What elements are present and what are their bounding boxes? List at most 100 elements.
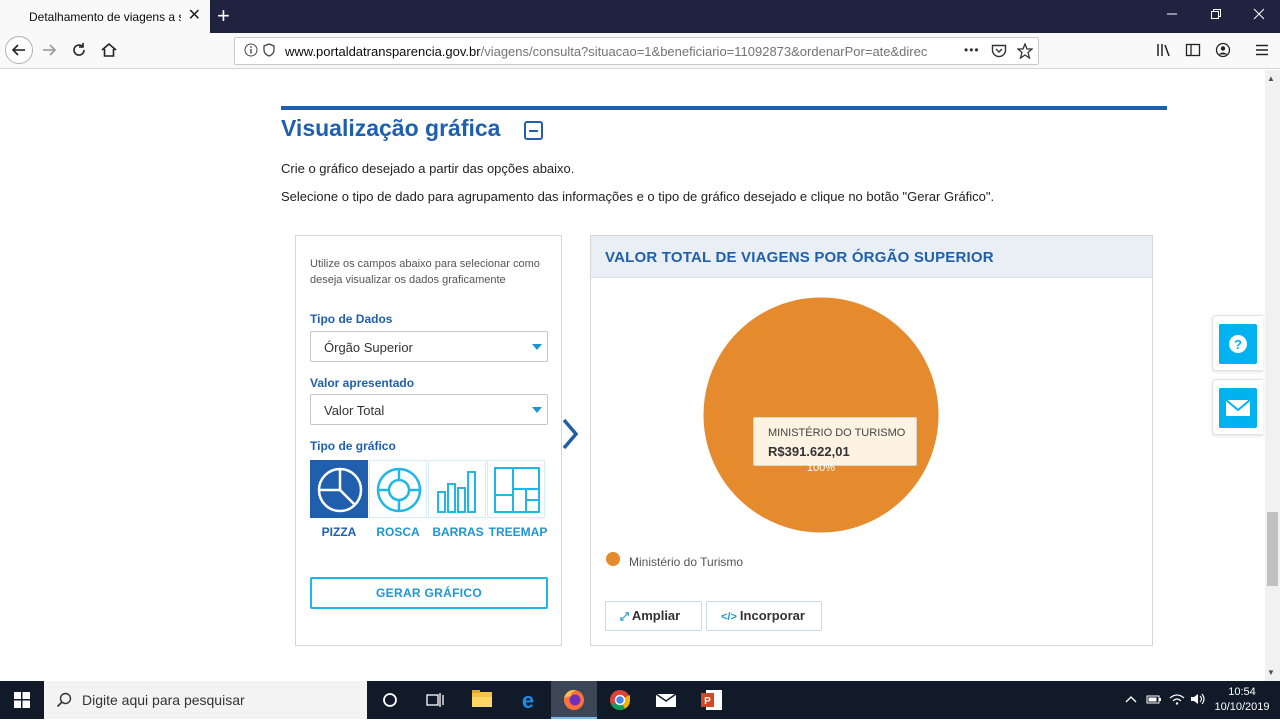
svg-text:P: P <box>704 696 711 707</box>
library-icon[interactable] <box>1156 42 1172 63</box>
powerpoint-icon: P <box>701 690 722 710</box>
tooltip-category: MINISTÉRIO DO TURISMO <box>768 427 906 439</box>
chrome-icon <box>610 690 631 711</box>
taskbar-mail[interactable] <box>643 681 689 719</box>
tab-title: Detalhamento de viagens a ser <box>29 9 181 24</box>
donut-chart-icon <box>376 467 422 513</box>
scroll-down-icon[interactable]: ▼ <box>1267 668 1275 677</box>
chart-header: VALOR TOTAL DE VIAGENS POR ÓRGÃO SUPERIO… <box>591 236 1152 278</box>
sidebar-icon[interactable] <box>1185 42 1201 63</box>
search-icon <box>56 692 72 711</box>
taskbar-search[interactable]: Digite aqui para pesquisar <box>44 681 367 719</box>
taskbar-file-explorer[interactable] <box>459 681 505 719</box>
chart-options-panel: Utilize os campos abaixo para selecionar… <box>295 235 562 646</box>
minimize-icon[interactable] <box>1166 6 1178 24</box>
chart-type-barras-button[interactable] <box>428 460 486 518</box>
chart-type-pizza-label: PIZZA <box>321 525 357 539</box>
chart-type-pizza-button[interactable] <box>310 460 368 518</box>
tray-expand-icon[interactable] <box>1125 693 1137 708</box>
panel-help-text: Utilize os campos abaixo para selecionar… <box>310 258 540 286</box>
chart-panel: VALOR TOTAL DE VIAGENS POR ÓRGÃO SUPERIO… <box>590 235 1153 646</box>
chevron-down-icon <box>532 344 542 350</box>
svg-text:e: e <box>522 688 534 713</box>
reload-icon[interactable] <box>68 39 90 61</box>
chart-type-barras-label: BARRAS <box>432 525 484 539</box>
valor-apresentado-value: Valor Total <box>324 403 385 418</box>
help-icon: ? <box>1219 324 1257 364</box>
menu-icon[interactable] <box>1254 42 1270 63</box>
edge-icon: e <box>522 688 534 713</box>
pie-chart-icon <box>317 467 363 513</box>
pie-slice-ministério-do-turismo[interactable] <box>702 296 940 534</box>
browser-tab[interactable]: Detalhamento de viagens a ser ✕ <box>0 0 210 33</box>
new-tab-button[interactable]: + <box>217 4 230 28</box>
info-icon[interactable] <box>244 43 258 60</box>
wifi-icon[interactable] <box>1169 693 1185 708</box>
page-actions-icon[interactable]: ••• <box>964 43 980 57</box>
help-widget[interactable]: ? <box>1212 315 1263 371</box>
incorporar-label: Incorporar <box>739 608 805 623</box>
battery-icon[interactable] <box>1146 693 1162 708</box>
volume-icon[interactable] <box>1190 693 1206 708</box>
page-content: Visualização gráfica Crie o gráfico dese… <box>0 70 1280 681</box>
tipo-dados-label: Tipo de Dados <box>310 312 393 326</box>
windows-start-icon[interactable] <box>14 692 30 713</box>
forward-icon[interactable] <box>38 39 60 61</box>
legend-marker <box>606 552 620 566</box>
pie-chart <box>702 296 940 534</box>
taskbar-chrome[interactable] <box>597 681 643 719</box>
shield-icon[interactable] <box>263 43 275 60</box>
clock-date: 10/10/2019 <box>1214 701 1270 713</box>
firefox-icon <box>564 689 584 710</box>
valor-apresentado-select[interactable]: Valor Total <box>310 394 548 425</box>
taskbar-powerpoint[interactable]: P <box>689 681 735 719</box>
browser-navbar: www.portaldatransparencia.gov.br/viagens… <box>0 33 1280 69</box>
folder-icon <box>472 690 492 707</box>
taskbar-edge[interactable]: e <box>505 681 551 719</box>
bar-chart-icon <box>437 471 476 513</box>
system-clock[interactable]: 10:54 10/10/2019 <box>1212 685 1272 715</box>
bookmark-star-icon[interactable] <box>1016 42 1034 62</box>
tooltip-value: R$391.622,01 <box>768 444 850 459</box>
chart-type-treemap-button[interactable] <box>487 460 545 518</box>
home-icon[interactable] <box>98 39 120 61</box>
gerar-grafico-button[interactable]: GERAR GRÁFICO <box>310 577 548 609</box>
back-icon[interactable] <box>5 36 33 64</box>
taskbar-firefox[interactable] <box>551 681 597 719</box>
close-window-icon[interactable] <box>1253 6 1265 24</box>
restore-icon[interactable] <box>1210 6 1222 24</box>
expand-icon: ⤢ <box>620 611 629 623</box>
ampliar-button[interactable]: ⤢ Ampliar <box>605 601 702 631</box>
task-view-icon[interactable] <box>426 692 444 713</box>
pocket-icon[interactable] <box>991 44 1007 61</box>
search-placeholder: Digite aqui para pesquisar <box>82 692 245 708</box>
ampliar-label: Ampliar <box>631 608 681 623</box>
chart-type-treemap-label: TREEMAP <box>488 525 548 539</box>
url-text: www.portaldatransparencia.gov.br/viagens… <box>285 44 928 59</box>
code-icon: </> <box>721 611 737 623</box>
section-title: Visualização gráfica <box>281 115 501 141</box>
treemap-icon <box>494 467 540 513</box>
url-bar[interactable]: www.portaldatransparencia.gov.br/viagens… <box>234 37 1039 65</box>
valor-apresentado-label: Valor apresentado <box>310 376 415 390</box>
cortana-icon[interactable] <box>382 692 398 713</box>
close-tab-icon[interactable]: ✕ <box>188 8 201 24</box>
page-scrollbar[interactable]: ▲ ▼ <box>1265 70 1280 681</box>
scroll-thumb[interactable] <box>1267 512 1278 586</box>
legend-label[interactable]: Ministério do Turismo <box>629 555 743 569</box>
clock-time: 10:54 <box>1228 686 1256 698</box>
chart-type-rosca-button[interactable] <box>369 460 427 518</box>
account-icon[interactable] <box>1215 42 1231 63</box>
tipo-dados-select[interactable]: Órgão Superior <box>310 331 548 362</box>
contact-widget[interactable] <box>1212 379 1263 435</box>
incorporar-button[interactable]: </> Incorporar <box>706 601 822 631</box>
tipo-grafico-label: Tipo de gráfico <box>310 439 396 453</box>
browser-title-bar: Detalhamento de viagens a ser ✕ + <box>0 0 1280 33</box>
mail-icon <box>1219 388 1257 428</box>
svg-text:?: ? <box>1234 337 1242 352</box>
scroll-up-icon[interactable]: ▲ <box>1267 74 1275 83</box>
windows-taskbar: Digite aqui para pesquisar e P 10:54 10/… <box>0 681 1280 719</box>
collapse-icon[interactable] <box>524 121 543 140</box>
chevron-down-icon <box>532 407 542 413</box>
mail-app-icon <box>655 693 677 707</box>
